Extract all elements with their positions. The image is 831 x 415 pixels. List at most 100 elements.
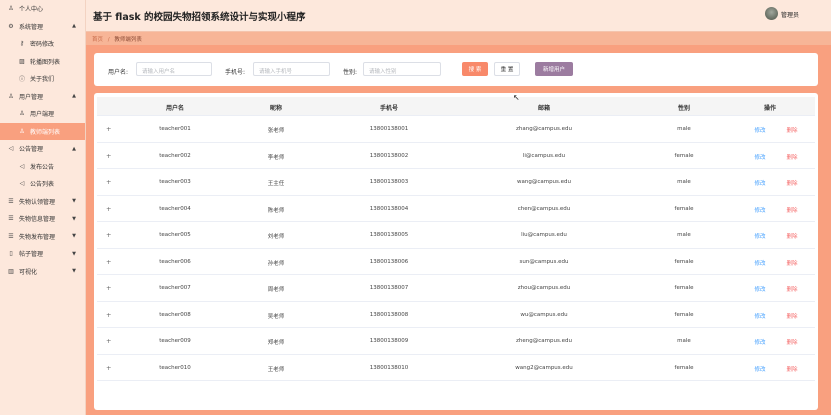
reset-button[interactable]: 重 置 [494,62,520,76]
list-icon: ☰ [8,232,14,240]
user-name[interactable]: 管理员 [781,10,799,19]
edit-link[interactable]: 修改 [754,338,765,346]
edit-link[interactable]: 修改 [754,232,765,240]
sidebar-item[interactable]: ☰ 失物认领管理 ▼ [0,193,85,211]
edit-link[interactable]: 修改 [754,259,765,267]
edit-link[interactable]: 修改 [754,206,765,214]
sidebar-item[interactable]: ▯ 帖子管理 ▼ [0,245,85,263]
delete-link[interactable]: 删除 [786,153,797,161]
sidebar-item-label: 轮播图列表 [30,58,61,66]
table-cell: female [674,285,694,291]
expand-row-icon[interactable]: + [106,258,111,266]
sidebar-item[interactable]: ☰ 失物信息管理 ▼ [0,210,85,228]
delete-link[interactable]: 删除 [786,285,797,293]
expand-row-icon[interactable]: + [106,231,111,239]
table-cell: female [674,205,694,212]
sidebar-item-label: 失物认领管理 [19,198,56,206]
table-cell: 13800138006 [369,258,409,265]
phone-input[interactable]: 请输入手机号 [253,62,330,76]
list-icon: ☰ [8,215,14,223]
sidebar-item[interactable]: ♙ 用户管理 ▲ [0,88,85,106]
sidebar-item-label: 失物发布管理 [19,233,56,241]
sidebar-item[interactable]: ▥ 可视化 ▼ [0,263,85,281]
table-cell: male [677,126,691,132]
add-user-button[interactable]: 新增用户 [535,62,573,76]
info-icon: ⓘ [18,76,25,84]
username-label: 用户名: [108,69,129,76]
delete-link[interactable]: 删除 [786,126,797,134]
chevron-down-icon: ▼ [72,268,76,275]
speaker-icon: ◁ [8,145,14,153]
sidebar: ♙ 个人中心 ⚙ 系统管理 ▲ ⚷ 密码修改 ▨ 轮播图列表 ⓘ 关于我们 ♙ 用户管理 ▲ ♙ 用户端理 ♙ 教… [0,0,86,415]
sidebar-item[interactable]: ⓘ 关于我们 [0,70,85,88]
table-cell: teacher009 [159,338,191,344]
avatar[interactable] [765,7,778,20]
teacher-table: 用户名 昵称 手机号 邮箱 性别 操作 + teacher001 张老师 13800138001… [94,93,818,410]
edit-link[interactable]: 修改 [754,179,765,187]
edit-link[interactable]: 修改 [754,312,765,320]
table-cell: 13800138004 [369,205,409,212]
expand-row-icon[interactable]: + [106,178,111,186]
sidebar-item[interactable]: ☰ 失物发布管理 ▼ [0,228,85,246]
expand-row-icon[interactable]: + [106,205,111,213]
sidebar-item-label: 用户管理 [19,93,44,101]
table-cell: sun@campus.edu [519,258,569,265]
sidebar-item-label: 密码修改 [30,41,55,49]
column-header: 昵称 [269,105,283,112]
users-icon: ♙ [8,92,14,100]
search-button[interactable]: 搜 索 [462,62,488,76]
edit-link[interactable]: 修改 [754,365,765,373]
list-icon: ☰ [8,197,14,205]
table-row: + teacher008 吴老师 13800138008 wu@campus.edu fe… [97,302,815,328]
delete-link[interactable]: 删除 [786,312,797,320]
sidebar-item[interactable]: ◁ 发布公告 [0,158,85,176]
edit-link[interactable]: 修改 [754,153,765,161]
table-cell: 周老师 [267,287,285,293]
table-row: + teacher004 陈老师 13800138004 chen@campus.edu… [97,196,815,222]
sidebar-item[interactable]: ⚷ 密码修改 [0,35,85,53]
table-cell: male [677,338,691,344]
edit-link[interactable]: 修改 [754,126,765,134]
table-row: + teacher003 王主任 13800138003 wang@campus.edu… [97,169,815,196]
delete-link[interactable]: 删除 [786,232,797,240]
table-cell: female [674,152,694,159]
table-cell: teacher002 [159,152,191,159]
expand-row-icon[interactable]: + [106,125,111,133]
table-cell: wu@campus.edu [520,311,568,318]
table-cell: 13800138009 [369,338,409,344]
sidebar-item[interactable]: ♙ 教师端列表 [0,122,85,140]
table-cell: li@campus.edu [522,152,566,159]
edit-link[interactable]: 修改 [754,285,765,293]
expand-row-icon[interactable]: + [106,311,111,319]
delete-link[interactable]: 删除 [786,206,797,214]
sidebar-item[interactable]: ▨ 轮播图列表 [0,53,85,71]
sidebar-item-label: 关于我们 [30,76,55,84]
delete-link[interactable]: 删除 [786,179,797,187]
table-cell: 13800138005 [369,232,409,238]
delete-link[interactable]: 删除 [786,259,797,267]
sidebar-item[interactable]: ◁ 公告管理 ▲ [0,140,85,158]
expand-row-icon[interactable]: + [106,284,111,292]
sidebar-item[interactable]: ♙ 用户端理 [0,105,85,123]
gender-input[interactable]: 请输入性别 [363,62,441,76]
table-cell: teacher007 [159,285,191,291]
column-header: 性别 [677,105,691,112]
sidebar-item-label: 公告管理 [19,146,44,154]
expand-row-icon[interactable]: + [106,364,111,372]
breadcrumb-home[interactable]: 首页 [92,37,103,43]
sidebar-item[interactable]: ♙ 个人中心 [0,0,85,18]
table-cell: 李老师 [267,154,285,161]
delete-link[interactable]: 删除 [786,365,797,373]
person-icon: ♙ [19,110,25,118]
image-icon: ▨ [19,57,25,65]
breadcrumb-separator: / [107,37,110,43]
sidebar-item-label: 可视化 [19,268,38,276]
sidebar-item[interactable]: ◁ 公告列表 [0,175,85,193]
delete-link[interactable]: 删除 [786,338,797,346]
expand-row-icon[interactable]: + [106,337,111,345]
search-card: 用户名: 请输入用户名 手机号: 请输入手机号 性别: 请输入性别 搜 索 重 … [94,53,818,86]
expand-row-icon[interactable]: + [106,152,111,160]
table-cell: wang2@campus.edu [515,364,573,371]
username-input[interactable]: 请输入用户名 [136,62,212,76]
sidebar-item[interactable]: ⚙ 系统管理 ▲ [0,18,85,36]
